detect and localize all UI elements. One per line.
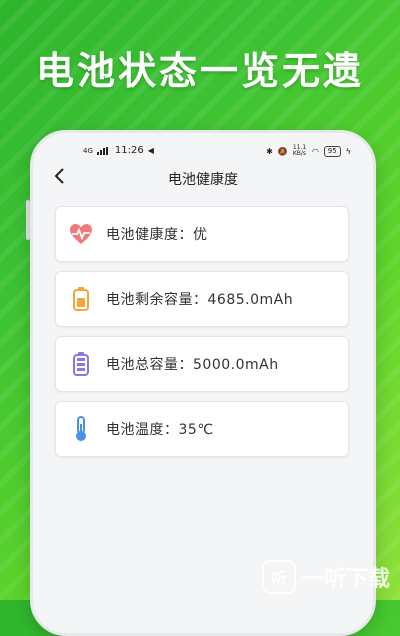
page-title: 电池健康度 [168,172,238,188]
health-label: 电池健康度：优 [106,227,208,243]
status-left: 4G 11:26 ◀ [83,145,154,156]
charging-icon: ϟ [345,146,351,156]
watermark: 听 一听下载 [261,560,390,594]
battery-indicator: 95 [323,145,341,157]
total-capacity-label: 电池总容量：5000.0mAh [106,357,279,373]
list-item-temperature[interactable]: 电池温度：35℃ [55,401,349,457]
network-speed: 11.1 KB/s [292,144,307,157]
status-right: ✱ 🔕 11.1 KB/s ◠ 95 ϟ [266,145,351,157]
signal-icon [96,146,111,155]
list-item-health[interactable]: 电池健康度：优 [55,206,349,262]
battery-orange-icon [68,286,94,312]
list-item-remaining-capacity[interactable]: 电池剩余容量：4685.0mAh [55,271,349,327]
heart-pulse-icon [68,221,94,247]
banner-headline: 电池状态一览无遗 [35,49,364,93]
temperature-label: 电池温度：35℃ [106,422,214,438]
watermark-logo-icon: 听 [261,560,296,594]
bluetooth-icon: ✱ [266,146,273,156]
wifi-icon: ◠ [311,146,319,156]
notification-icon: ◀ [147,146,154,155]
nav-bar: 电池健康度 [33,166,373,192]
network-type: 4G [83,146,93,155]
remaining-capacity-label: 电池剩余容量：4685.0mAh [106,292,294,308]
status-time: 11:26 [114,145,144,156]
list-item-total-capacity[interactable]: 电池总容量：5000.0mAh [55,336,349,392]
status-bar: 4G 11:26 ◀ ✱ 🔕 11.1 KB/s ◠ 95 ϟ [33,145,373,161]
thermometer-icon [68,416,94,442]
mute-icon: 🔕 [277,146,288,156]
battery-purple-icon [68,351,94,377]
watermark-text: 一听下载 [301,567,390,592]
